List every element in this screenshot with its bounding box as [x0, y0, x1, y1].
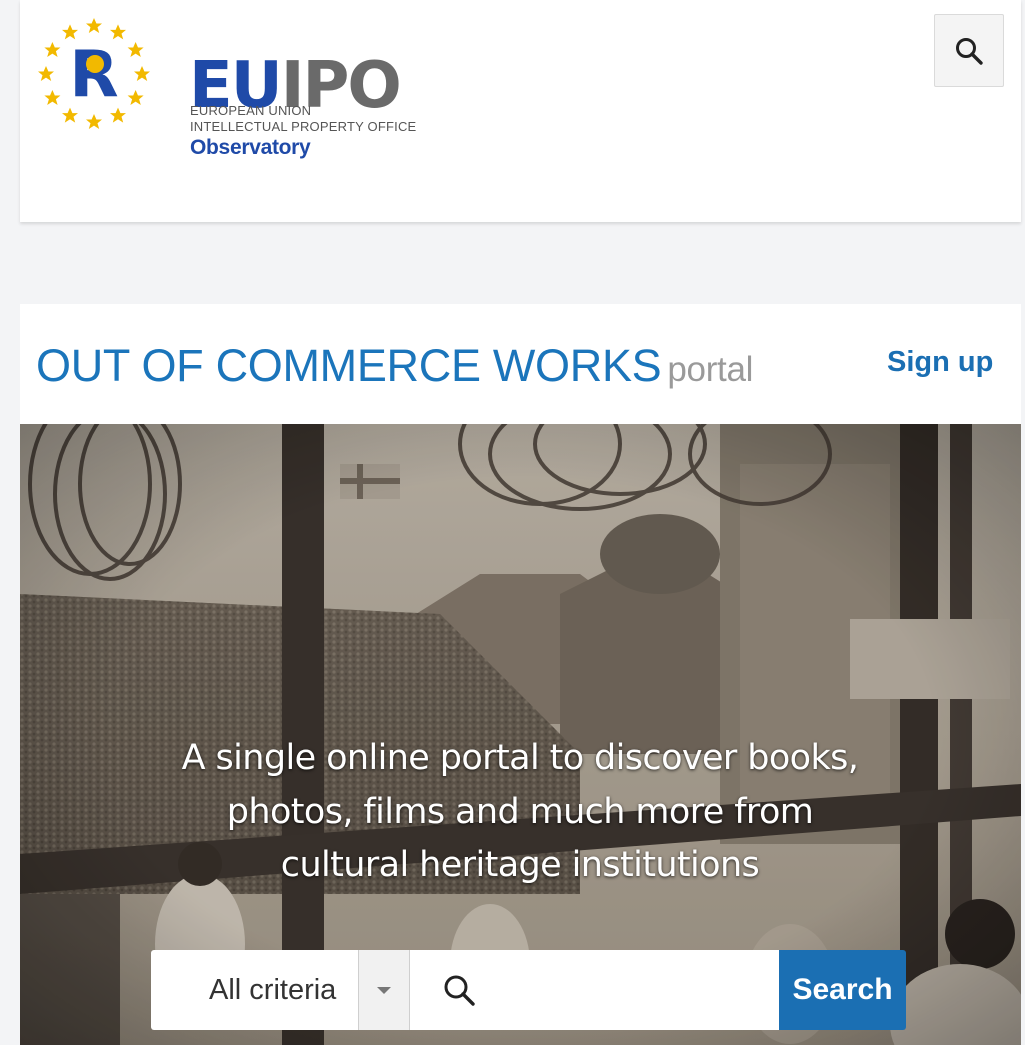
- euipo-logo[interactable]: R EUIPO EUROPEAN UNION INTELLECTUAL PROP…: [32, 12, 492, 172]
- emblem-star: [38, 66, 54, 81]
- emblem-star: [44, 42, 61, 57]
- eu-stars-emblem-icon: R: [38, 18, 150, 129]
- page-title: OUT OF COMMERCE WORKS portal: [36, 340, 753, 392]
- logo-line-eu: EUROPEAN UNION: [190, 103, 312, 118]
- search-bar: All criteria Search: [151, 950, 906, 1030]
- page-frame: R EUIPO EUROPEAN UNION INTELLECTUAL PROP…: [20, 0, 1021, 1045]
- criteria-dropdown-toggle[interactable]: [358, 950, 410, 1030]
- search-toggle-button[interactable]: [934, 14, 1004, 87]
- emblem-star: [44, 90, 61, 105]
- search-query-box: [410, 950, 779, 1030]
- page-title-text: OUT OF COMMERCE WORKS: [36, 340, 662, 391]
- hero-tagline: A single online portal to discover books…: [181, 738, 859, 886]
- search-icon: [956, 37, 983, 65]
- sign-up-link[interactable]: Sign up: [887, 346, 993, 379]
- portal-title-bar: OUT OF COMMERCE WORKS portal Sign up: [20, 304, 1021, 424]
- emblem-star: [127, 42, 144, 57]
- search-button[interactable]: Search: [779, 950, 906, 1030]
- emblem-star: [86, 18, 102, 33]
- emblem-star: [127, 90, 144, 105]
- criteria-selected-value: All criteria: [209, 973, 337, 1006]
- logo-subtitle: Observatory: [190, 136, 311, 159]
- page-title-suffix: portal: [667, 350, 754, 389]
- search-icon: [444, 975, 475, 1006]
- emblem-star: [134, 66, 150, 81]
- site-header: R EUIPO EUROPEAN UNION INTELLECTUAL PROP…: [20, 0, 1021, 222]
- criteria-select[interactable]: All criteria: [151, 950, 410, 1030]
- emblem-star: [86, 114, 102, 129]
- logo-line-ipo: INTELLECTUAL PROPERTY OFFICE: [190, 119, 417, 134]
- caret-down-icon: [377, 987, 391, 994]
- emblem-letter: R: [69, 38, 118, 112]
- search-input[interactable]: [486, 973, 710, 1007]
- emblem-dot: [86, 55, 104, 73]
